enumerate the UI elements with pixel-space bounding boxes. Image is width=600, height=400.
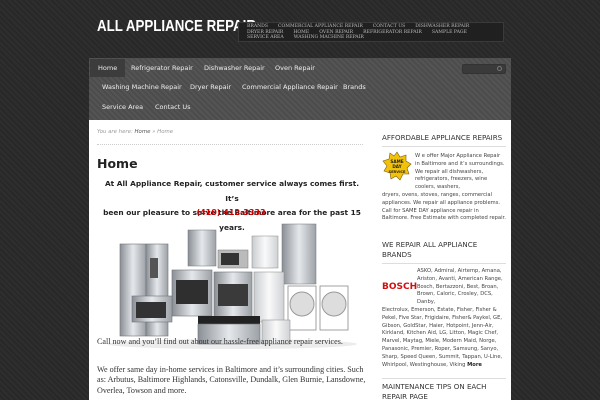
top-nav-link[interactable]: Sample Page	[432, 30, 467, 36]
same-day-service-badge: SAME DAY SERVICE	[382, 151, 412, 181]
nav-item-service-area[interactable]: Service Area	[94, 98, 151, 116]
top-nav-link[interactable]: Refrigerator Repair	[363, 30, 422, 36]
widget-title-brands-line-1: We Repair All Appliance	[382, 240, 478, 249]
phone-number[interactable]: (410) 412-3333	[97, 208, 365, 217]
search-input[interactable]	[462, 64, 506, 74]
page-title: Home	[97, 156, 138, 171]
nav-item-dishwasher-repair[interactable]: Dishwasher Repair	[196, 59, 273, 77]
widget-text-brands-a: ASKO, Admiral, Airtemp, Amana, Ariston, …	[417, 268, 503, 306]
lead-line-1: At All Appliance Repair, customer servic…	[104, 179, 360, 203]
widget-divider	[382, 263, 506, 264]
main-navigation: Home Refrigerator Repair Dishwasher Repa…	[89, 58, 511, 120]
widget-title-maintenance-line-1: Maintenance Tips on Each	[382, 382, 487, 391]
breadcrumb-home-link[interactable]: Home	[134, 129, 150, 135]
top-nav-link[interactable]: Service Area	[247, 35, 284, 41]
widget-divider	[382, 146, 506, 147]
top-nav-link[interactable]: Washing Machine Repair	[294, 35, 364, 41]
nav-item-brands[interactable]: Brands	[335, 78, 374, 96]
widget-divider	[382, 378, 506, 379]
brands-more-link[interactable]: More	[467, 362, 482, 368]
paragraph-call-now: Call now and you’ll find out about our h…	[97, 337, 343, 346]
badge-line-3: SERVICE	[388, 170, 406, 174]
top-navigation: Brands Commercial Appliance Repair Contact…	[238, 22, 504, 42]
widget-title-maintenance-line-2: Repair Page	[382, 392, 428, 400]
nav-item-contact-us[interactable]: Contact Us	[147, 98, 199, 116]
search-icon	[497, 66, 502, 71]
widget-text-brands-b: Electrolux, Emerson, Estate, Fisher, Fis…	[382, 307, 506, 369]
widget-text-affordable-b: dryers, ovens, stoves, ranges, commercia…	[382, 192, 506, 222]
widget-title-maintenance: Maintenance Tips on Each Repair Page	[382, 382, 486, 400]
site-title[interactable]: All Appliance Repair	[97, 18, 256, 36]
badge-line-2: DAY	[392, 164, 402, 169]
main-column: You are here: Home » Home Home At All Ap…	[97, 120, 365, 400]
breadcrumb-divider	[97, 144, 363, 145]
nav-item-commercial-appliance-repair[interactable]: Commercial Appliance Repair	[234, 78, 346, 96]
widget-title-affordable: Affordable Appliance Repairs	[382, 133, 503, 142]
brands-list: Electrolux, Emerson, Estate, Fisher, Fis…	[382, 307, 503, 368]
nav-item-dryer-repair[interactable]: Dryer Repair	[182, 78, 239, 96]
widget-title-brands: We Repair All Appliance Brands	[382, 240, 477, 260]
nav-item-refrigerator-repair[interactable]: Refrigerator Repair	[123, 59, 201, 77]
nav-item-washing-machine-repair[interactable]: Washing Machine Repair	[94, 78, 190, 96]
bosch-logo: BOSCH	[382, 282, 418, 292]
widget-text-affordable-a: W e offer Major Appliance Repair in Balt…	[415, 153, 505, 191]
breadcrumb-prefix: You are here:	[97, 129, 133, 135]
nav-item-oven-repair[interactable]: Oven Repair	[267, 59, 323, 77]
paragraph-service-area: We offer same day in-home services in Ba…	[97, 365, 366, 395]
breadcrumb-current: Home	[157, 129, 174, 135]
appliances-image	[107, 223, 357, 349]
nav-item-home[interactable]: Home	[90, 59, 126, 77]
breadcrumb: You are here: Home » Home	[97, 129, 173, 135]
widget-title-brands-line-2: Brands	[382, 250, 412, 259]
breadcrumb-separator: »	[152, 129, 156, 135]
